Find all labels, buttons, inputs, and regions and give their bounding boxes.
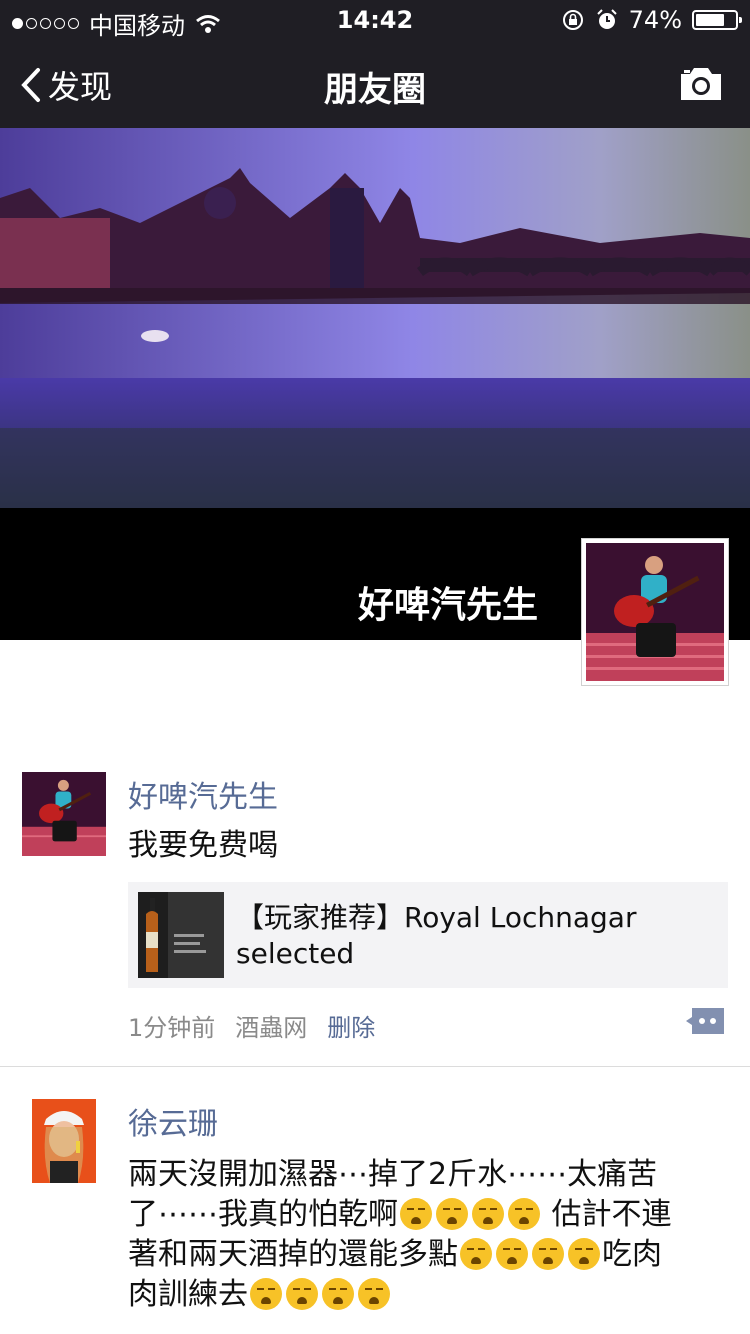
post-time: 1分钟前 xyxy=(128,1014,216,1042)
crying-emoji-icon xyxy=(568,1238,600,1270)
page-title: 朋友圈 xyxy=(324,70,426,110)
guitarist-avatar-image xyxy=(586,543,724,681)
post-author-name[interactable]: 徐云珊 xyxy=(128,1099,218,1143)
post-meta: 1分钟前 酒蟲网 删除 xyxy=(128,1008,375,1043)
link-thumbnail xyxy=(138,892,224,978)
post-text-line: 了⋯⋯我真的怕乾啊 估計不連 xyxy=(128,1197,672,1232)
moment-post: 好啤汽先生 我要免费喝 【玩家推荐】Royal Lochnagar select… xyxy=(0,740,750,1066)
cover-user-name: 好啤汽先生 xyxy=(357,585,538,626)
crying-emoji-icon xyxy=(508,1198,540,1230)
crying-emoji-icon xyxy=(400,1198,432,1230)
post-text: 我要免费喝 xyxy=(128,828,278,863)
crying-emoji-icon xyxy=(496,1238,528,1270)
status-right: 74% xyxy=(561,6,742,34)
link-title: 【玩家推荐】Royal Lochnagar selected xyxy=(236,901,637,970)
crying-emoji-icon xyxy=(358,1278,390,1310)
alarm-icon xyxy=(596,9,617,29)
camera-button[interactable] xyxy=(678,66,724,106)
crying-emoji-icon xyxy=(322,1278,354,1310)
camera-icon xyxy=(681,68,721,100)
post-avatar[interactable] xyxy=(32,1099,96,1183)
status-bar: 中国移动 14:42 74% xyxy=(0,0,750,40)
cover-avatar[interactable] xyxy=(581,538,729,686)
delete-button[interactable]: 删除 xyxy=(327,1008,375,1043)
post-text: 兩天沒開加濕器⋯掉了2斤水⋯⋯太痛苦 了⋯⋯我真的怕乾啊 估計不連 著和兩天酒掉… xyxy=(128,1155,728,1315)
post-text-line: 兩天沒開加濕器⋯掉了2斤水⋯⋯太痛苦 xyxy=(128,1157,658,1192)
post-author-name[interactable]: 好啤汽先生 xyxy=(128,772,278,816)
navigation-bar: 发现 朋友圈 xyxy=(0,40,750,128)
moment-post: 徐云珊 兩天沒開加濕器⋯掉了2斤水⋯⋯太痛苦 了⋯⋯我真的怕乾啊 估計不連 著和… xyxy=(0,1067,750,1334)
orientation-lock-icon xyxy=(562,10,583,30)
post-source[interactable]: 酒蟲网 xyxy=(235,1008,307,1043)
crying-emoji-icon xyxy=(532,1238,564,1270)
post-avatar[interactable] xyxy=(22,772,106,856)
comment-icon[interactable] xyxy=(684,1006,726,1036)
crying-emoji-icon xyxy=(436,1198,468,1230)
crying-emoji-icon xyxy=(250,1278,282,1310)
battery-icon xyxy=(692,10,742,30)
guitarist-avatar-image xyxy=(22,772,106,856)
battery-percent: 74% xyxy=(628,6,682,34)
whisky-bottle-image xyxy=(138,892,224,978)
crying-emoji-icon xyxy=(472,1198,504,1230)
woman-avatar-image xyxy=(32,1099,96,1183)
post-text-line: 肉訓練去 xyxy=(128,1275,728,1315)
crying-emoji-icon xyxy=(286,1278,318,1310)
shared-link-card[interactable]: 【玩家推荐】Royal Lochnagar selected xyxy=(128,882,728,988)
post-text-line: 著和兩天酒掉的還能多點 吃肉 xyxy=(128,1237,662,1272)
crying-emoji-icon xyxy=(460,1238,492,1270)
